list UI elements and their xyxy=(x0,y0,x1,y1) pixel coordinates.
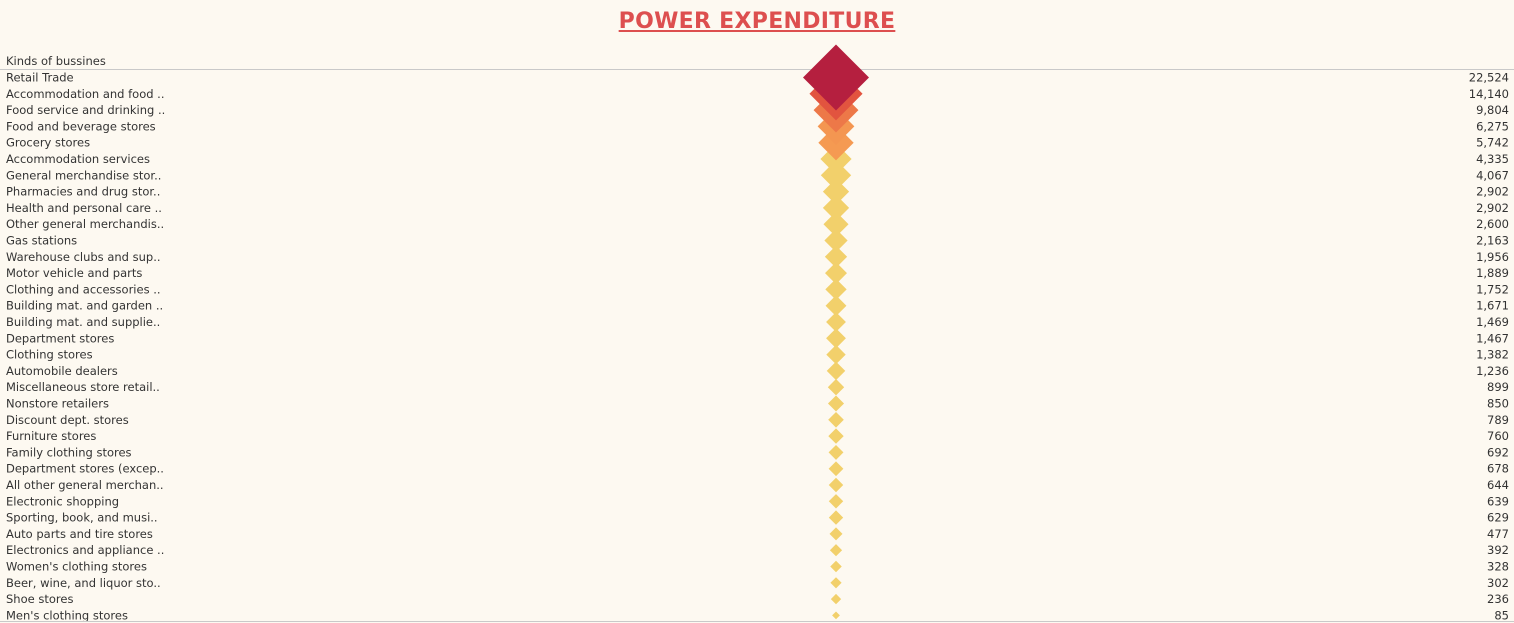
diamond-marker[interactable] xyxy=(828,461,844,477)
value-label: 2,600 xyxy=(1476,217,1509,231)
value-label: 850 xyxy=(1487,397,1509,411)
category-label: Beer, wine, and liquor sto.. xyxy=(6,576,161,590)
value-label: 4,067 xyxy=(1476,168,1509,182)
diamond-marker[interactable] xyxy=(803,44,869,111)
category-label: Food and beverage stores xyxy=(6,119,156,133)
diamond-marker[interactable] xyxy=(827,395,845,412)
value-label: 236 xyxy=(1487,592,1509,606)
value-label: 14,140 xyxy=(1469,87,1509,101)
value-label: 760 xyxy=(1487,429,1509,443)
diamond-marker[interactable] xyxy=(828,477,844,493)
diamond-marker[interactable] xyxy=(828,510,844,525)
category-label: Gas stations xyxy=(6,234,77,248)
value-label: 1,752 xyxy=(1476,282,1509,296)
category-label: Auto parts and tire stores xyxy=(6,527,153,541)
diamond-chart: Retail Trade 22,524 Accommodation and food… xyxy=(6,44,1509,622)
category-label: General merchandise stor.. xyxy=(6,168,161,182)
category-label: Miscellaneous store retail.. xyxy=(6,380,160,394)
value-label: 692 xyxy=(1487,445,1509,459)
value-label: 1,671 xyxy=(1476,299,1509,313)
value-label: 328 xyxy=(1487,560,1509,574)
diamond-marker[interactable] xyxy=(828,411,844,428)
diamond-marker[interactable] xyxy=(830,577,842,589)
diamond-marker[interactable] xyxy=(827,379,845,396)
category-label: Clothing stores xyxy=(6,348,93,362)
category-label: Other general merchandis.. xyxy=(6,217,164,231)
category-label: Women's clothing stores xyxy=(6,560,147,574)
category-label: Department stores (excep.. xyxy=(6,462,164,476)
diamond-marker[interactable] xyxy=(828,494,844,509)
category-label: Department stores xyxy=(6,331,114,345)
diamond-marker[interactable] xyxy=(822,194,850,222)
category-label: Motor vehicle and parts xyxy=(6,266,142,280)
category-label: Clothing and accessories .. xyxy=(6,282,161,296)
diamond-marker[interactable] xyxy=(829,544,843,557)
value-label: 1,467 xyxy=(1476,331,1509,345)
diamond-marker[interactable] xyxy=(828,444,844,460)
value-label: 1,956 xyxy=(1476,250,1509,264)
category-label: Warehouse clubs and sup.. xyxy=(6,250,161,264)
value-label: 6,275 xyxy=(1476,119,1509,133)
value-label: 1,382 xyxy=(1476,348,1509,362)
category-label: Food service and drinking .. xyxy=(6,103,165,117)
value-label: 4,335 xyxy=(1476,152,1509,166)
bottom-divider xyxy=(0,621,1514,622)
category-label: Electronic shopping xyxy=(6,494,119,508)
diamond-marker[interactable] xyxy=(830,593,842,605)
value-label: 5,742 xyxy=(1476,136,1509,150)
category-label: All other general merchan.. xyxy=(6,478,164,492)
value-label: 22,524 xyxy=(1469,71,1509,85)
value-label: 392 xyxy=(1487,543,1509,557)
category-label: Accommodation and food .. xyxy=(6,87,165,101)
value-label: 678 xyxy=(1487,462,1509,476)
category-label: Discount dept. stores xyxy=(6,413,129,427)
diamond-marker[interactable] xyxy=(832,611,840,620)
value-label: 9,804 xyxy=(1476,103,1509,117)
category-label: Furniture stores xyxy=(6,429,96,443)
value-label: 2,902 xyxy=(1476,201,1509,215)
category-label: Accommodation services xyxy=(6,152,150,166)
category-label: Family clothing stores xyxy=(6,445,132,459)
value-label: 644 xyxy=(1487,478,1509,492)
category-label: Retail Trade xyxy=(6,71,74,85)
category-label: Pharmacies and drug stor.. xyxy=(6,185,160,199)
value-label: 2,902 xyxy=(1476,185,1509,199)
category-label: Automobile dealers xyxy=(6,364,118,378)
category-label: Building mat. and supplie.. xyxy=(6,315,160,329)
value-label: 1,236 xyxy=(1476,364,1509,378)
category-label: Sporting, book, and musi.. xyxy=(6,511,158,525)
diamond-marker[interactable] xyxy=(828,428,844,444)
category-label: Nonstore retailers xyxy=(6,397,109,411)
category-label: Grocery stores xyxy=(6,136,90,150)
value-label: 789 xyxy=(1487,413,1509,427)
value-label: 2,163 xyxy=(1476,234,1509,248)
category-label: Shoe stores xyxy=(6,592,73,606)
value-label: 639 xyxy=(1487,494,1509,508)
value-label: 629 xyxy=(1487,511,1509,525)
diamond-marker[interactable] xyxy=(830,560,842,573)
value-label: 477 xyxy=(1487,527,1509,541)
diamond-marker[interactable] xyxy=(829,527,843,541)
value-label: 1,889 xyxy=(1476,266,1509,280)
value-label: 899 xyxy=(1487,380,1509,394)
category-label: Building mat. and garden .. xyxy=(6,299,163,313)
category-label: Health and personal care .. xyxy=(6,201,162,215)
value-label: 1,469 xyxy=(1476,315,1509,329)
value-label: 302 xyxy=(1487,576,1509,590)
category-label: Electronics and appliance .. xyxy=(6,543,164,557)
diamond-marker[interactable] xyxy=(826,361,846,381)
